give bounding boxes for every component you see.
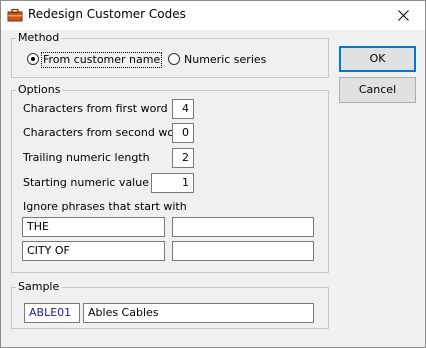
options-group-label: Options bbox=[16, 83, 63, 97]
options-group: Options Characters from first word 4 Cha… bbox=[11, 83, 329, 273]
starting-numeric-value-label: Starting numeric value bbox=[23, 176, 149, 189]
first-word-chars-label: Characters from first word bbox=[23, 102, 168, 115]
title-bar: Redesign Customer Codes bbox=[1, 1, 425, 30]
cancel-button[interactable]: Cancel bbox=[339, 77, 416, 103]
sample-code-field: ABLE01 bbox=[24, 303, 80, 323]
first-word-chars-input[interactable]: 4 bbox=[172, 99, 194, 119]
second-word-chars-input[interactable]: 0 bbox=[172, 123, 194, 143]
sample-name-field: Ables Cables bbox=[83, 303, 314, 323]
ignore-phrase-input-4[interactable] bbox=[172, 241, 314, 261]
window-title: Redesign Customer Codes bbox=[28, 7, 186, 21]
radio-from-customer-name-label[interactable]: From customer name bbox=[41, 52, 163, 68]
dialog-window: Redesign Customer Codes Method From cust… bbox=[0, 0, 426, 348]
sample-group: Sample ABLE01 Ables Cables bbox=[11, 280, 329, 329]
ignore-phrase-input-2[interactable] bbox=[172, 217, 314, 237]
starting-numeric-value-input[interactable]: 1 bbox=[151, 173, 194, 193]
toolbox-icon bbox=[7, 8, 23, 22]
radio-from-customer-name[interactable] bbox=[27, 53, 39, 65]
ignore-phrase-input-3[interactable]: CITY OF bbox=[22, 241, 165, 261]
radio-numeric-series[interactable] bbox=[168, 53, 180, 65]
ignore-phrase-input-1[interactable]: THE bbox=[22, 217, 165, 237]
method-group-label: Method bbox=[16, 31, 62, 45]
trailing-numeric-length-label: Trailing numeric length bbox=[23, 151, 150, 164]
ok-button[interactable]: OK bbox=[339, 46, 416, 72]
method-group: Method From customer name Numeric series bbox=[11, 31, 329, 78]
close-button[interactable] bbox=[381, 1, 425, 30]
ignore-phrases-label: Ignore phrases that start with bbox=[23, 200, 187, 213]
sample-group-label: Sample bbox=[16, 280, 62, 294]
trailing-numeric-length-input[interactable]: 2 bbox=[172, 148, 194, 168]
close-icon bbox=[397, 10, 409, 21]
second-word-chars-label: Characters from second word bbox=[23, 126, 186, 139]
radio-numeric-series-label[interactable]: Numeric series bbox=[184, 53, 266, 67]
